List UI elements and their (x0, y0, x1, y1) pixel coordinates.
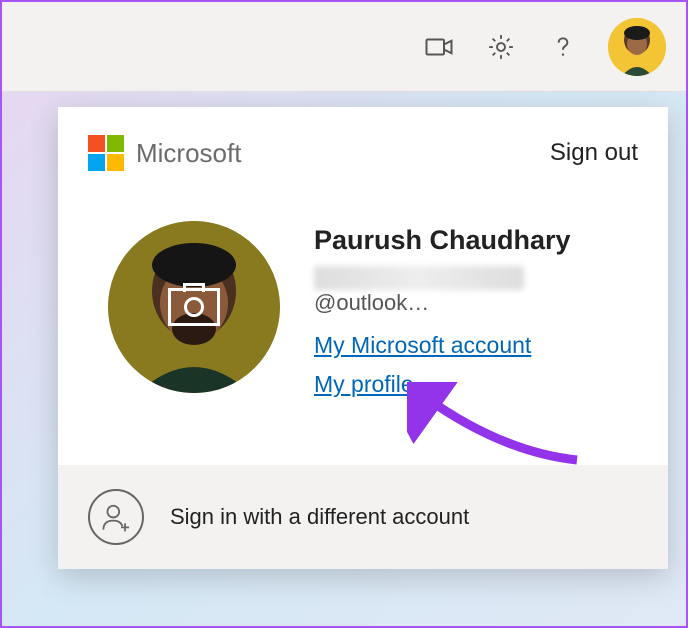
settings-gear-icon[interactable] (484, 30, 518, 64)
microsoft-logo-text: Microsoft (136, 138, 241, 169)
panel-header: Microsoft Sign out (58, 107, 668, 181)
add-account-label: Sign in with a different account (170, 504, 469, 530)
help-icon[interactable] (546, 30, 580, 64)
panel-footer[interactable]: Sign in with a different account (58, 465, 668, 569)
my-profile-link[interactable]: My profile (314, 371, 414, 398)
user-email: @outlook… (314, 264, 638, 316)
add-account-icon (88, 489, 144, 545)
microsoft-logo: Microsoft (88, 135, 241, 171)
camera-icon (168, 288, 220, 326)
email-suffix: @outlook… (314, 290, 429, 315)
microsoft-logo-icon (88, 135, 124, 171)
topbar-avatar[interactable] (608, 18, 666, 76)
panel-body: Paurush Chaudhary @outlook… My Microsoft… (58, 181, 668, 465)
my-microsoft-account-link[interactable]: My Microsoft account (314, 332, 531, 359)
sign-out-link[interactable]: Sign out (550, 139, 638, 167)
profile-avatar[interactable] (108, 221, 280, 393)
account-flyout-panel: Microsoft Sign out Paurush Chaudhary @ou… (58, 107, 668, 569)
user-display-name: Paurush Chaudhary (314, 225, 638, 256)
meet-now-icon[interactable] (422, 30, 456, 64)
email-redacted (314, 266, 524, 290)
user-info-block: Paurush Chaudhary @outlook… My Microsoft… (314, 221, 638, 410)
app-topbar (2, 2, 686, 92)
